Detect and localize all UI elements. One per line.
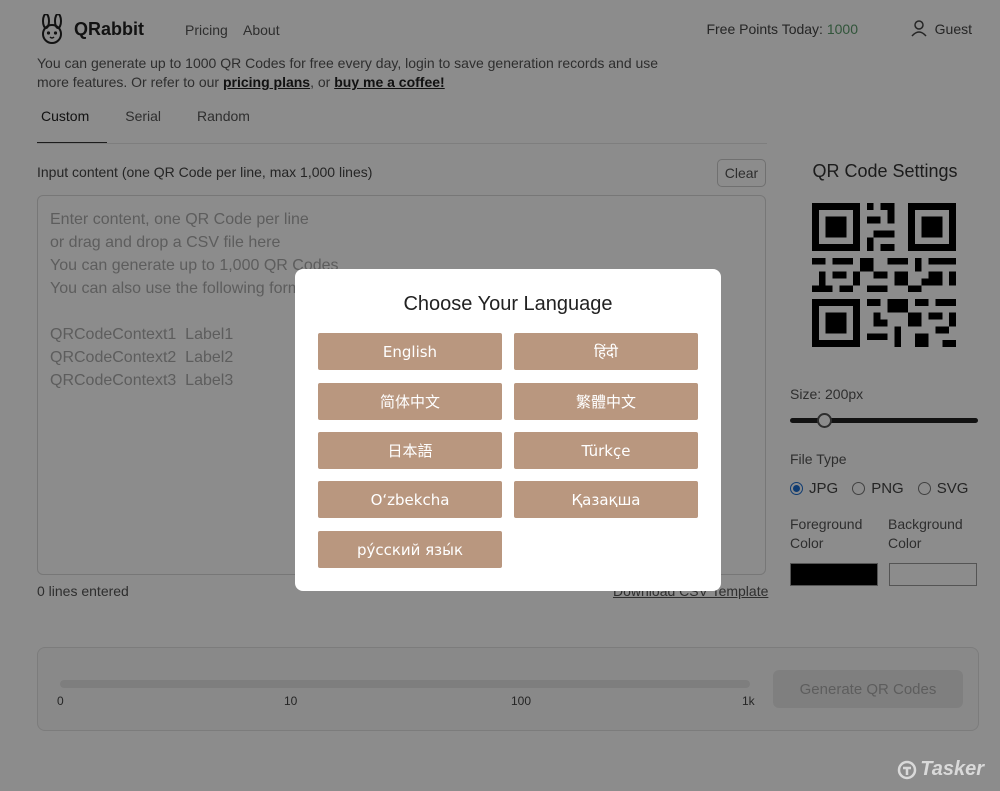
lang-russian[interactable]: рýсский язы́к (318, 531, 502, 568)
lang-kazakh[interactable]: Қазақша (514, 481, 698, 518)
lang-uzbek[interactable]: O‘zbekcha (318, 481, 502, 518)
lang-japanese[interactable]: 日本語 (318, 432, 502, 469)
language-modal: Choose Your Language English हिंदी 简体中文 … (295, 269, 721, 591)
lang-simplified-chinese[interactable]: 简体中文 (318, 383, 502, 420)
tasker-logo-icon (898, 760, 917, 779)
lang-turkish[interactable]: Türkçe (514, 432, 698, 469)
lang-english[interactable]: English (318, 333, 502, 370)
lang-traditional-chinese[interactable]: 繁體中文 (514, 383, 698, 420)
lang-hindi[interactable]: हिंदी (514, 333, 698, 370)
watermark-text: Tasker (920, 758, 984, 780)
modal-title: Choose Your Language (403, 293, 613, 315)
tasker-watermark: Tasker (897, 758, 984, 781)
